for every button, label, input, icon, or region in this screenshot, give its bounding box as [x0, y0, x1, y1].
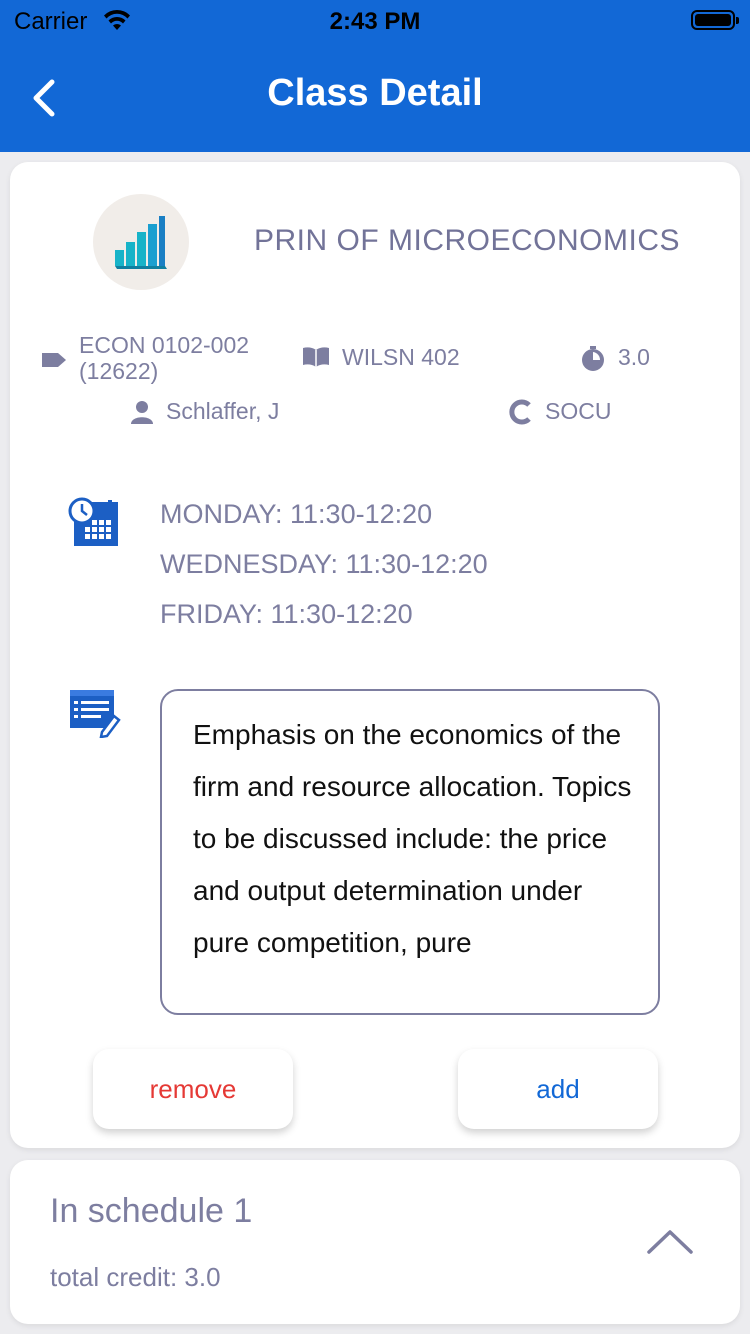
credits-text: 3.0	[618, 344, 650, 370]
timer-icon	[582, 346, 604, 371]
battery-icon	[691, 10, 739, 30]
schedule-row-monday: MONDAY: 11:30-12:20	[160, 499, 433, 529]
class-detail-card: PRIN OF MICROECONOMICS ECON 0102-002 (12…	[10, 162, 740, 1148]
class-schedule: MONDAY: 11:30-12:20 WEDNESDAY: 11:30-12:…	[160, 496, 488, 646]
remove-button[interactable]: remove	[93, 1049, 293, 1129]
app-header: Carrier 2:43 PM Class Detail	[0, 0, 750, 152]
campus-c-icon	[509, 399, 531, 425]
status-time: 2:43 PM	[329, 8, 421, 35]
course-code-text: ECON 0102-002	[79, 332, 250, 358]
page-title: Class Detail	[267, 72, 483, 114]
tag-icon	[42, 353, 66, 367]
schedule-summary-title: In schedule 1	[50, 1192, 253, 1230]
room-text: WILSN 402	[342, 344, 460, 370]
description-text-box[interactable]: Emphasis on the economics of the firm an…	[160, 689, 660, 1015]
status-bar: Carrier 2:43 PM	[0, 0, 750, 40]
class-number-text: (12622)	[79, 358, 159, 384]
schedule-row-friday: FRIDAY: 11:30-12:20	[160, 599, 413, 629]
schedule-row-wednesday: WEDNESDAY: 11:30-12:20	[160, 549, 488, 579]
course-logo	[93, 194, 189, 290]
instructor-text: Schlaffer, J	[166, 398, 280, 424]
chevron-up-icon[interactable]	[646, 1226, 694, 1256]
course-title: PRIN OF MICROECONOMICS	[254, 224, 681, 257]
calendar-clock-icon	[68, 497, 118, 546]
person-icon	[131, 401, 153, 424]
description-text: Emphasis on the economics of the firm an…	[193, 719, 632, 958]
schedule-summary-card[interactable]: In schedule 1 total credit: 3.0	[10, 1160, 740, 1324]
total-credit-text: total credit: 3.0	[50, 1262, 221, 1292]
add-button[interactable]: add	[458, 1049, 658, 1129]
book-icon	[303, 347, 329, 367]
campus-text: SOCU	[545, 398, 612, 424]
description-edit-icon	[70, 690, 121, 738]
bar-chart-icon	[115, 216, 167, 269]
